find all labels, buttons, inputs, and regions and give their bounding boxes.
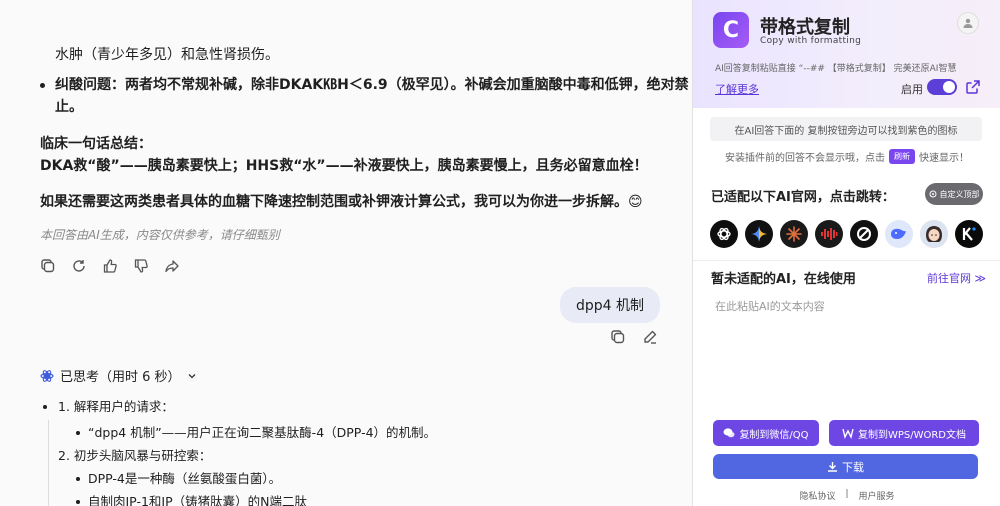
download-button[interactable]: 下载 <box>713 454 978 479</box>
answer-line-1: 水肿（青少年多见）和急性肾损伤。 <box>55 47 279 63</box>
thinking-tree-line <box>48 420 49 506</box>
thinking-icon <box>40 369 54 382</box>
panel-header: C 带格式复制 Copy with formatting AI回答复制粘贴直接 … <box>693 0 1000 108</box>
edit-icon[interactable] <box>642 329 658 345</box>
panel-footer: 隐私协议 | 用户服务 <box>693 489 1000 502</box>
external-link-icon[interactable] <box>965 79 981 95</box>
user-avatar-button[interactable] <box>957 12 979 34</box>
settings-icon <box>929 190 936 198</box>
ai-sites-row <box>710 220 983 248</box>
summary-heading: 临床一句话总结： <box>40 136 152 152</box>
refresh-hint: 安装插件前的回答不会显示哦，点击 刷新 快速显示！ <box>693 149 1000 164</box>
copy-to-wps-button[interactable]: 复制到WPS/WORD文档 <box>829 420 979 446</box>
perplexity-icon[interactable] <box>850 220 878 248</box>
copy-format-panel: C 带格式复制 Copy with formatting AI回答复制粘贴直接 … <box>692 0 1000 506</box>
thinking-step-2b: 自制肉IP-1和IP（铸猪肽囊）的N端二肽 <box>88 494 307 506</box>
gemini-icon[interactable] <box>745 220 773 248</box>
bullet <box>43 405 47 409</box>
footer-separator: | <box>845 489 849 499</box>
chevron-down-icon <box>188 373 196 378</box>
custom-top-label: 自定义顶部 <box>939 189 980 199</box>
doubao-icon[interactable] <box>815 220 843 248</box>
thumbs-down-icon[interactable] <box>133 258 149 274</box>
kimi-chat-icon[interactable] <box>955 220 983 248</box>
copy-icon[interactable] <box>610 329 626 345</box>
custom-top-button[interactable]: 自定义顶部 <box>925 183 983 205</box>
thinking-toggle[interactable]: 已思考（用时 6 秒） <box>40 366 197 385</box>
kimi-avatar-icon[interactable] <box>920 220 948 248</box>
regenerate-icon[interactable] <box>71 258 87 274</box>
goto-official-link[interactable]: 前往官网 ≫ <box>927 270 986 286</box>
ai-disclaimer: 本回答由AI生成，内容仅供参考，请仔细甄别 <box>40 228 280 242</box>
download-icon <box>828 462 837 472</box>
bullet <box>76 477 80 481</box>
privacy-link[interactable]: 隐私协议 <box>799 489 835 502</box>
usage-notice: 在AI回答下面的 复制按钮旁边可以找到紫色的图标 <box>710 117 982 141</box>
service-link[interactable]: 用户服务 <box>859 489 895 502</box>
copy-button-row: 复制到微信/QQ 复制到WPS/WORD文档 <box>713 420 979 446</box>
thinking-step-2a: DPP-4是一种酶（丝氨酸蛋白菌）。 <box>88 471 282 486</box>
refresh-tag[interactable]: 刷新 <box>889 149 915 164</box>
follow-up-text: 如果还需要这两类患者具体的血糖下降速控制范围或补钾液计算公式，我可以为你进一步拆… <box>40 194 643 210</box>
answer-line-2: 纠酸问题：两者均不常规补碱，除非DKAK㎅H＜6.9（极罕见）。补碱会加重脑酸中… <box>55 77 689 93</box>
copy-icon[interactable] <box>40 258 56 274</box>
thinking-step-1: 1. 解释用户的请求： <box>58 399 174 414</box>
chatgpt-icon[interactable] <box>710 220 738 248</box>
summary-text: DKA救“酸”——胰岛素要快上；HHS救“水”——补液要快上，胰岛素要慢上，且务… <box>40 158 648 174</box>
enable-label: 启用 <box>901 83 923 96</box>
app-logo: C <box>713 12 749 48</box>
deepseek-icon[interactable] <box>885 220 913 248</box>
thinking-step-2: 2. 初步头脑风暴与研控索： <box>58 448 212 463</box>
user-message-bubble: dpp4 机制 <box>559 287 660 323</box>
copy-wechat-label: 复制到微信/QQ <box>739 429 809 441</box>
user-icon <box>963 18 973 28</box>
hint-text-before: 安装插件前的回答不会显示哦，点击 <box>725 153 885 164</box>
bullet <box>40 83 45 88</box>
claude-icon[interactable] <box>780 220 808 248</box>
copy-wps-label: 复制到WPS/WORD文档 <box>857 429 967 441</box>
learn-more-link[interactable]: 了解更多 <box>715 81 759 97</box>
answer-line-3: 止。 <box>55 99 83 115</box>
unadapted-sites-title: 暂未适配的AI，在线使用 <box>711 272 856 287</box>
download-label: 下载 <box>842 460 864 474</box>
copy-to-wechat-button[interactable]: 复制到微信/QQ <box>713 420 819 446</box>
paste-textarea[interactable] <box>707 288 987 412</box>
share-icon[interactable] <box>164 258 180 274</box>
bullet <box>76 500 80 504</box>
thumbs-up-icon[interactable] <box>102 258 118 274</box>
enable-toggle[interactable] <box>927 79 957 95</box>
thinking-step-1a: “dpp4 机制”——用户正在询二聚基肽酶-4（DPP-4）的机制。 <box>88 425 437 440</box>
thinking-label: 已思考（用时 6 秒） <box>60 370 181 385</box>
adapted-sites-title: 已适配以下AI官网，点击跳转： <box>711 190 895 205</box>
bullet <box>76 431 80 435</box>
word-doc-icon <box>842 428 854 439</box>
chat-area: 水肿（青少年多见）和急性肾损伤。 纠酸问题：两者均不常规补碱，除非DKAK㎅H＜… <box>0 0 692 506</box>
section-divider <box>693 260 1000 261</box>
panel-description: AI回答复制粘贴直接 “--## 【带格式复制】 完美还原AI智慧 <box>715 64 957 74</box>
answer-actions <box>40 258 180 274</box>
hint-text-after: 快速显示！ <box>919 153 969 164</box>
wechat-icon <box>723 428 735 438</box>
user-message-actions <box>610 329 658 345</box>
panel-subtitle: Copy with formatting <box>760 36 862 46</box>
